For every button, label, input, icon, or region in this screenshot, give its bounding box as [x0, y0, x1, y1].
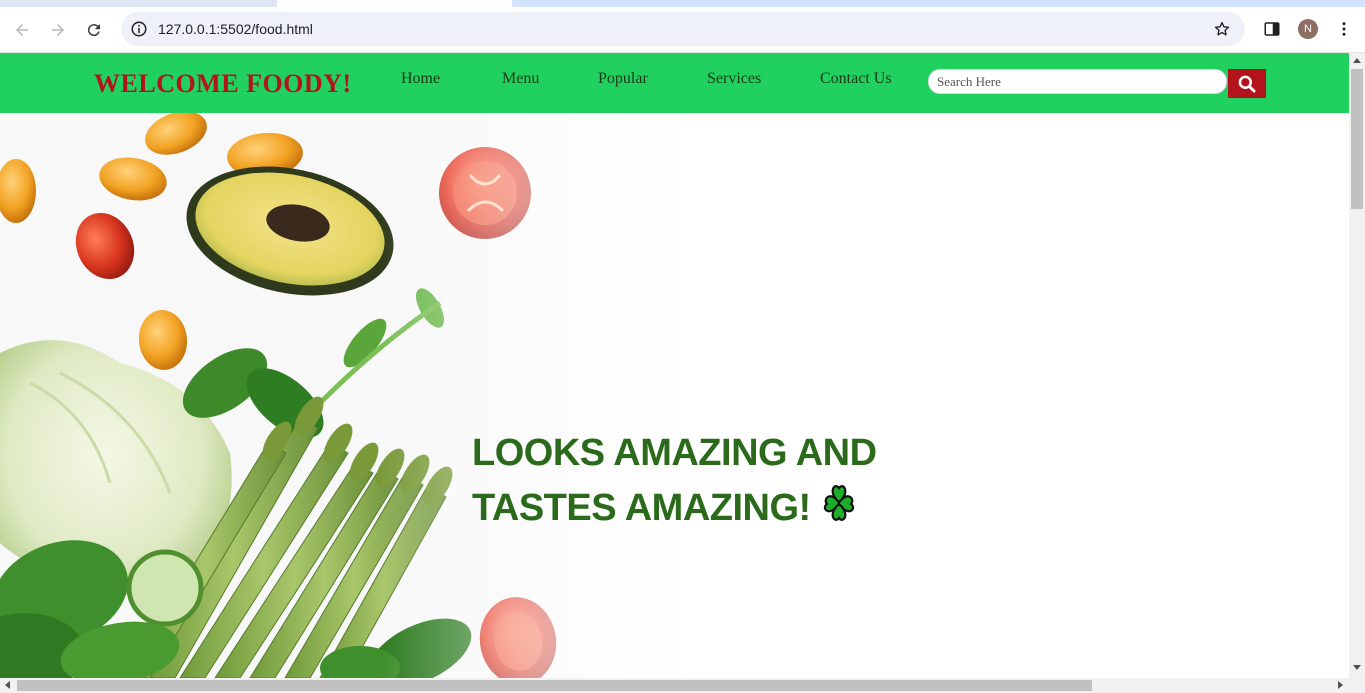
nav-link-home[interactable]: Home — [401, 70, 440, 88]
inactive-tab-left[interactable] — [0, 0, 277, 7]
hero-section: LOOKS AMAZING AND TASTES AMAZING! — [0, 113, 1349, 678]
hero-headline: LOOKS AMAZING AND TASTES AMAZING! — [472, 427, 877, 535]
reload-button[interactable] — [80, 16, 108, 44]
site-info-icon[interactable] — [130, 20, 148, 38]
scrollbar-corner — [1349, 678, 1365, 693]
scroll-down-arrow-icon[interactable] — [1353, 665, 1361, 670]
scroll-right-arrow-icon[interactable] — [1338, 681, 1343, 689]
horizontal-scroll-thumb[interactable] — [17, 680, 1092, 691]
browser-menu-button[interactable] — [1333, 18, 1355, 40]
forward-icon — [52, 24, 64, 36]
side-panel-icon — [1264, 22, 1280, 36]
page-viewport: WELCOME FOODY! Home Menu Popular Service… — [0, 53, 1349, 678]
forward-button[interactable] — [44, 16, 72, 44]
menu-dots-icon — [1342, 22, 1346, 36]
nav-link-services[interactable]: Services — [707, 70, 761, 88]
nav-link-contact[interactable]: Contact Us — [820, 70, 892, 88]
hero-headline-line-1: LOOKS AMAZING AND — [472, 432, 877, 474]
vertical-scroll-thumb[interactable] — [1351, 69, 1363, 209]
inactive-tab-right[interactable] — [512, 0, 1365, 7]
horizontal-scrollbar[interactable] — [0, 678, 1349, 693]
scroll-left-arrow-icon[interactable] — [5, 681, 10, 689]
hero-headline-line-2: TASTES AMAZING! — [472, 480, 877, 535]
four-leaf-clover-icon — [823, 485, 854, 521]
back-button[interactable] — [8, 16, 36, 44]
hero-vegetables-image — [0, 113, 700, 678]
nav-link-popular[interactable]: Popular — [598, 70, 648, 88]
search-input[interactable] — [928, 69, 1227, 94]
active-tab[interactable] — [277, 0, 512, 7]
url-text[interactable]: 127.0.0.1:5502/food.html — [158, 21, 313, 37]
search-icon — [1238, 75, 1256, 93]
nav-link-menu[interactable]: Menu — [502, 70, 539, 88]
profile-avatar[interactable]: N — [1298, 19, 1318, 39]
hero-headline-line-2-text: TASTES AMAZING! — [472, 487, 811, 529]
side-panel-button[interactable] — [1261, 18, 1283, 40]
bookmark-star-icon[interactable] — [1213, 20, 1231, 38]
search-button[interactable] — [1228, 69, 1266, 98]
address-bar[interactable]: 127.0.0.1:5502/food.html — [121, 12, 1245, 46]
vertical-scrollbar[interactable] — [1349, 53, 1365, 678]
browser-toolbar: 127.0.0.1:5502/food.html N — [0, 7, 1365, 53]
site-navbar: WELCOME FOODY! Home Menu Popular Service… — [0, 53, 1349, 113]
reload-icon — [87, 24, 100, 37]
scroll-up-arrow-icon[interactable] — [1353, 58, 1361, 63]
tab-strip — [0, 0, 1365, 7]
back-icon — [16, 24, 28, 36]
